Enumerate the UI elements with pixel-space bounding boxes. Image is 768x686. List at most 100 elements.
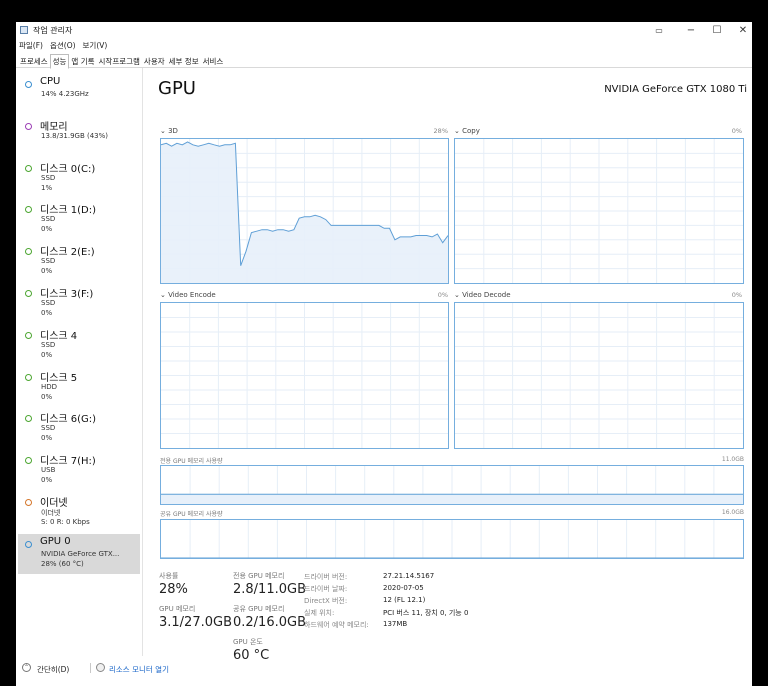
sidebar-item-11[interactable]: GPU 0 NVIDIA GeForce GTX... 28% (60 °C) [18,533,140,574]
engine-video-decode-percent: 0% [731,291,742,299]
sidebar-item-usage: S: 0 R: 0 Kbps [41,518,90,526]
sidebar-item-status-icon [25,248,32,256]
fewer-details-button[interactable]: 간단히(D) [37,664,69,675]
sidebar-item-7[interactable]: 디스크 5 HDD 0% [18,367,140,407]
sidebar-item-status-icon [25,415,32,423]
sidebar-item-10[interactable]: 이더넷 이더넷 S: 0 R: 0 Kbps [18,492,140,532]
open-resource-monitor-link[interactable]: 리소스 모니터 열기 [109,664,169,675]
maximize-button[interactable]: ☐ [704,23,730,38]
shared-memory-label: 공유 GPU 메모리 [233,605,285,613]
minimize-button[interactable]: − [678,23,704,38]
sidebar-item-detail: SSD [41,424,56,433]
close-button[interactable]: ✕ [730,23,756,38]
graph-canvas [161,303,448,448]
dedicated-memory-graph [160,465,744,505]
sidebar-item-name: 디스크 6(G:) [40,414,97,426]
menu-bar: 파일(F) 옵션(O) 보기(V) [16,40,111,52]
shared-memory-max: 16.0GB [721,509,744,516]
sidebar-item-detail: 이더넷 [41,509,61,517]
memory-usage-area [161,494,743,504]
directx-version-key: DirectX 버전: [304,597,348,605]
sidebar-item-detail: SSD [41,299,56,307]
sidebar-item-5[interactable]: 디스크 3(F:) SSD 0% [18,283,140,323]
chevron-up-icon[interactable]: ⌃ [22,663,31,672]
dedicated-memory-value: 2.8/11.0GB [233,582,306,597]
sidebar-item-detail: HDD [41,382,58,391]
divider [90,663,91,673]
tab-app-history[interactable]: 앱 기록 [69,55,96,68]
sidebar-item-9[interactable]: 디스크 7(H:) USB 0% [18,450,140,490]
reserved-memory-key: 하드웨어 예약 메모리: [304,621,369,629]
sidebar-item-status-icon [25,164,32,172]
directx-version-value: 12 (FL 12.1) [383,596,426,604]
dedicated-memory-graph-label: 전용 GPU 메모리 사용량 [160,458,223,465]
sidebar-item-name: CPU [40,76,61,87]
physical-location-value: PCI 버스 11, 장치 0, 기능 0 [383,609,469,617]
sidebar-item-usage: 0% [41,309,53,317]
sidebar-item-8[interactable]: 디스크 6(G:) SSD 0% [18,408,140,448]
footer-bar: ⌃ 간단히(D) 리소스 모니터 열기 [16,658,752,684]
window-title: 작업 관리자 [33,26,73,35]
engine-video-decode-graph [454,302,744,449]
driver-version-key: 드라이버 버전: [304,573,348,581]
sidebar-item-status-icon [25,331,32,339]
engine-video-encode-selector[interactable]: ⌄ Video Encode [160,291,216,299]
sidebar-item-detail: NVIDIA GeForce GTX... [41,549,120,558]
reserved-memory-value: 137MB [383,620,408,628]
sidebar-item-usage: 28% (60 °C) [41,559,84,568]
tab-performance[interactable]: 성능 [49,54,70,69]
gpu-panel: GPU NVIDIA GeForce GTX 1080 Ti ⌄ 3D 28% … [158,68,752,663]
engine-3d-selector[interactable]: ⌄ 3D [160,127,178,135]
sidebar-item-6[interactable]: 디스크 4 SSD 0% [18,325,140,365]
driver-date-key: 드라이버 날짜: [304,585,348,593]
graph-canvas [161,466,743,504]
sidebar-item-detail: SSD [41,215,56,224]
sidebar-item-name: 메모리 [40,121,68,133]
engine-3d-percent: 28% [433,127,448,135]
sidebar-item-4[interactable]: 디스크 2(E:) SSD 0% [18,241,140,281]
sidebar-item-1[interactable]: 메모리 13.8/31.9GB (43%) [18,116,140,156]
sidebar-item-usage: 0% [41,350,53,359]
sidebar-item-usage: 0% [41,476,53,485]
task-manager-icon [20,26,28,34]
sidebar-item-detail: SSD [41,340,56,349]
sidebar-item-name: GPU 0 [40,535,71,547]
gpu-memory-label: GPU 메모리 [159,605,196,613]
sidebar-item-2[interactable]: 디스크 0(C:) SSD 1% [18,158,140,198]
menu-options[interactable]: 옵션(O) [50,41,76,50]
sidebar-item-0[interactable]: CPU 14% 4.23GHz [18,74,140,114]
sidebar-item-status-icon [25,81,32,88]
sidebar-item-detail: SSD [41,257,56,266]
tab-users[interactable]: 사용자 [142,55,167,68]
dedicated-memory-label: 전용 GPU 메모리 [233,572,285,580]
engine-video-decode-selector[interactable]: ⌄ Video Decode [454,291,511,299]
physical-location-key: 실제 위치: [304,609,335,617]
graph-canvas [455,139,743,283]
menu-file[interactable]: 파일(F) [19,41,43,50]
performance-sidebar: CPU 14% 4.23GHz 메모리 13.8/31.9GB (43%) 디스크 0(… [16,68,143,656]
sidebar-item-usage: 1% [41,183,53,192]
resource-monitor-icon [96,663,105,672]
sidebar-item-3[interactable]: 디스크 1(D:) SSD 0% [18,199,140,239]
tab-startup[interactable]: 시작프로그램 [97,55,142,68]
sidebar-item-usage: 0% [41,392,53,401]
utilization-value: 28% [159,582,188,597]
sidebar-item-name: 디스크 1(D:) [40,205,97,217]
task-manager-window: 작업 관리자 ▭ − ☐ ✕ 파일(F) 옵션(O) 보기(V) 프로세스 성능 앱 기… [16,22,752,686]
dedicated-memory-max: 11.0GB [721,456,744,463]
tab-processes[interactable]: 프로세스 [18,55,50,68]
tab-details[interactable]: 세부 정보 [167,55,201,68]
sidebar-item-status-icon [25,457,32,465]
sidebar-item-status-icon [25,206,32,214]
gpu-temperature-label: GPU 온도 [233,638,263,646]
graph-canvas [161,520,743,558]
driver-date-value: 2020-07-05 [383,584,424,592]
title-bar: 작업 관리자 ▭ − ☐ ✕ [16,22,752,39]
tab-services[interactable]: 서비스 [201,55,226,68]
driver-version-value: 27.21.14.5167 [383,572,435,580]
engine-copy-graph [454,138,744,284]
sidebar-item-name: 디스크 4 [40,330,78,342]
sidebar-item-detail: USB [41,466,56,475]
menu-view[interactable]: 보기(V) [83,41,108,50]
engine-copy-selector[interactable]: ⌄ Copy [454,127,480,135]
